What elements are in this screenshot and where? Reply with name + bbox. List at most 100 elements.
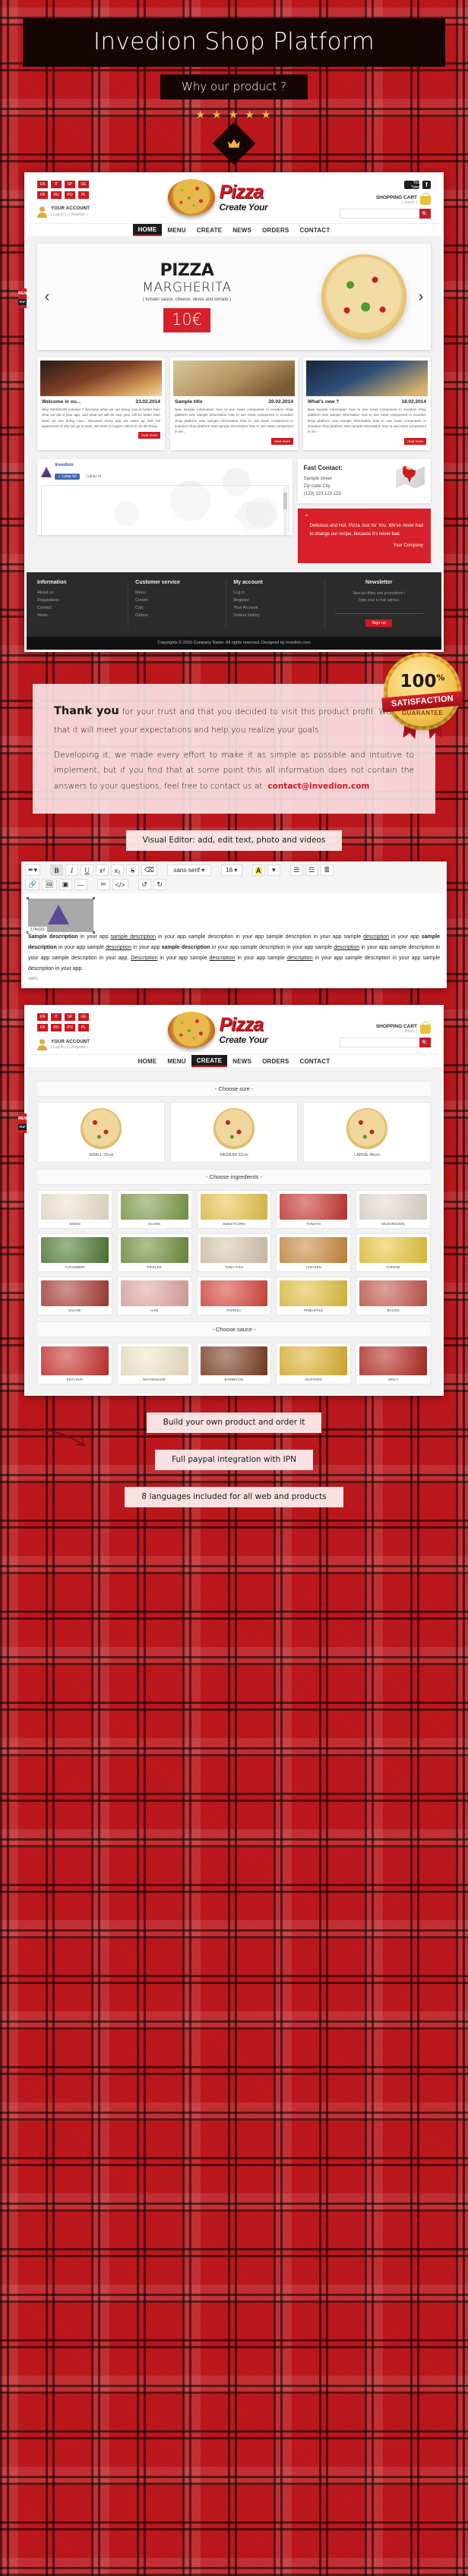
- main-nav[interactable]: HOME MENU CREATE NEWS ORDERS CONTACT: [27, 1054, 441, 1068]
- strikethrough-icon[interactable]: S: [126, 864, 140, 877]
- link-icon[interactable]: 🔗: [25, 879, 40, 891]
- footer-link[interactable]: About us: [37, 590, 123, 595]
- widget-scrollbar[interactable]: [283, 486, 287, 535]
- lang-po[interactable]: PO: [65, 1024, 75, 1032]
- nav-menu[interactable]: MENU: [162, 1055, 191, 1067]
- lang-en[interactable]: EN: [37, 1013, 48, 1022]
- main-nav[interactable]: HOME MENU CREATE NEWS ORDERS CONTACT: [27, 223, 441, 236]
- size-option[interactable]: LARGE 45cm: [303, 1102, 431, 1164]
- language-switcher[interactable]: EN IT SP GE FR RU PO PL YOUR ACCOUNT (L…: [37, 1013, 96, 1051]
- lang-ru[interactable]: RU: [51, 191, 62, 199]
- sauce-option[interactable]: SPICY: [356, 1343, 431, 1385]
- facebook-icon[interactable]: f: [422, 181, 431, 189]
- lang-po[interactable]: PO: [65, 191, 75, 199]
- account-links[interactable]: ( Log in ) / ( Register ): [51, 1045, 90, 1050]
- image-icon[interactable]: 🖼: [42, 879, 57, 891]
- source-code-icon[interactable]: </>: [112, 879, 128, 891]
- font-family-select[interactable]: sans-serif ▾: [166, 864, 211, 877]
- nav-contact[interactable]: CONTACT: [295, 224, 336, 236]
- language-switcher[interactable]: EN IT SP GE FR RU PO PL YOUR ACCOUNT (L…: [37, 181, 96, 218]
- size-option[interactable]: SMALL 25cm: [37, 1102, 165, 1164]
- account-block[interactable]: YOUR ACCOUNT ( Log in ) / ( Register ): [37, 206, 96, 218]
- news-card[interactable]: Welcome in ou... 23.02.2014 Why INVEDION…: [37, 357, 165, 450]
- subscript-icon[interactable]: x₂: [111, 864, 125, 877]
- lang-it[interactable]: IT: [51, 1013, 62, 1022]
- nav-orders[interactable]: ORDERS: [257, 224, 294, 236]
- clear-format-icon[interactable]: ⌫: [141, 864, 157, 877]
- ingredient-option[interactable]: SWEETCORN: [196, 1190, 272, 1230]
- nav-home[interactable]: HOME: [133, 1055, 163, 1067]
- superscript-icon[interactable]: x²: [96, 864, 109, 877]
- nav-create[interactable]: CREATE: [191, 224, 228, 236]
- youtube-icon[interactable]: You Tube: [404, 181, 419, 190]
- ingredient-option[interactable]: ONION: [37, 1190, 112, 1230]
- editor-content-area[interactable]: 174x116 Sample description in your app s…: [21, 893, 447, 988]
- news-card[interactable]: Sample title 20.02.2014 New sample infor…: [170, 357, 298, 450]
- map-icon[interactable]: [396, 465, 425, 489]
- nav-news[interactable]: NEWS: [227, 1055, 257, 1067]
- shopping-cart[interactable]: SHOPPING CART ( empty ): [340, 192, 431, 205]
- shopping-cart[interactable]: SHOPPING CART ( empty ): [340, 1021, 431, 1034]
- ingredient-option[interactable]: CHEESE: [356, 1233, 431, 1273]
- site-logo[interactable]: Pizza Create Your: [96, 1012, 340, 1049]
- ingredient-option[interactable]: PICKLES: [116, 1233, 192, 1273]
- read-more-button[interactable]: read more: [138, 432, 160, 439]
- ingredient-option[interactable]: BACON: [356, 1277, 431, 1316]
- read-more-button[interactable]: read more: [271, 437, 293, 445]
- ingredient-option[interactable]: HAM: [116, 1277, 192, 1316]
- search-input[interactable]: [340, 1038, 419, 1048]
- footer-link[interactable]: Orders history: [233, 613, 319, 618]
- news-card[interactable]: What's new ? 18.02.2014 New sample infor…: [303, 357, 431, 450]
- social-links[interactable]: You Tube f: [340, 181, 431, 190]
- account-links[interactable]: ( Log in ) / ( Register ): [51, 213, 90, 217]
- ingredient-option[interactable]: TOMATO: [276, 1190, 352, 1230]
- sauce-option[interactable]: KETCHUP: [37, 1343, 112, 1385]
- lang-en[interactable]: EN: [37, 181, 48, 188]
- contact-email-link[interactable]: contact@invedion.com: [267, 782, 369, 791]
- nav-menu[interactable]: MENU: [162, 224, 191, 236]
- unordered-list-icon[interactable]: ☰: [289, 864, 303, 877]
- nav-create[interactable]: CREATE: [191, 1055, 228, 1068]
- ingredient-option[interactable]: SALAMI: [37, 1277, 112, 1316]
- site-logo[interactable]: Pizza Create Your: [96, 179, 340, 216]
- format-painter-icon[interactable]: ✒▾: [25, 864, 41, 877]
- lang-fr[interactable]: FR: [37, 191, 48, 199]
- lang-it[interactable]: IT: [51, 181, 62, 188]
- facebook-widget[interactable]: Invedion ✓ Lubię to! Lubisz to.: [37, 458, 292, 535]
- text-color-icon[interactable]: A: [251, 864, 265, 877]
- account-block[interactable]: YOUR ACCOUNT ( Log in ) / ( Register ): [37, 1039, 96, 1051]
- editor-body-text[interactable]: Sample description in your app sample de…: [28, 932, 440, 975]
- sauce-option[interactable]: MAYONNAISE: [116, 1343, 192, 1385]
- lang-ge[interactable]: GE: [78, 181, 89, 188]
- video-icon[interactable]: ▣: [58, 879, 72, 891]
- lang-pl[interactable]: PL: [78, 191, 89, 199]
- newsletter-signup-button[interactable]: Sign up: [365, 619, 393, 628]
- ingredient-option[interactable]: OLIVES: [116, 1190, 192, 1230]
- lang-pl[interactable]: PL: [78, 1024, 89, 1032]
- footer-link[interactable]: Your Account: [233, 606, 319, 610]
- footer-link[interactable]: Regulations: [37, 598, 123, 603]
- sauce-option[interactable]: BARBECUE: [196, 1343, 272, 1385]
- ingredient-option[interactable]: MUSHROOMS: [356, 1190, 431, 1230]
- lang-fr[interactable]: FR: [37, 1024, 48, 1032]
- footer-link[interactable]: Create: [135, 598, 221, 603]
- ingredient-option[interactable]: CHICKEN: [276, 1233, 352, 1273]
- search-bar[interactable]: 🔍: [340, 209, 431, 219]
- lang-ru[interactable]: RU: [51, 1024, 62, 1032]
- footer-link[interactable]: Cart: [135, 606, 221, 610]
- horizontal-rule-icon[interactable]: —: [74, 879, 87, 891]
- menu-pdf-tab[interactable]: MENU PDF: [18, 288, 30, 308]
- menu-pdf-tab[interactable]: MENU PDF: [18, 1113, 30, 1133]
- facebook-like-button[interactable]: ✓ Lubię to!: [55, 473, 80, 480]
- read-more-button[interactable]: read more: [404, 437, 426, 445]
- lang-sp[interactable]: SP: [65, 181, 75, 188]
- selected-image[interactable]: 174x116: [27, 897, 95, 934]
- color-dropdown-icon[interactable]: ▾: [267, 864, 280, 877]
- footer-link[interactable]: Orders: [135, 613, 221, 618]
- sauce-option[interactable]: MUSTARD: [276, 1343, 352, 1385]
- newsletter-email-input[interactable]: [334, 607, 423, 615]
- nav-orders[interactable]: ORDERS: [257, 1055, 294, 1067]
- footer-link[interactable]: Menu: [135, 590, 221, 595]
- italic-icon[interactable]: I: [65, 864, 79, 877]
- font-size-select[interactable]: 16 ▾: [220, 864, 242, 877]
